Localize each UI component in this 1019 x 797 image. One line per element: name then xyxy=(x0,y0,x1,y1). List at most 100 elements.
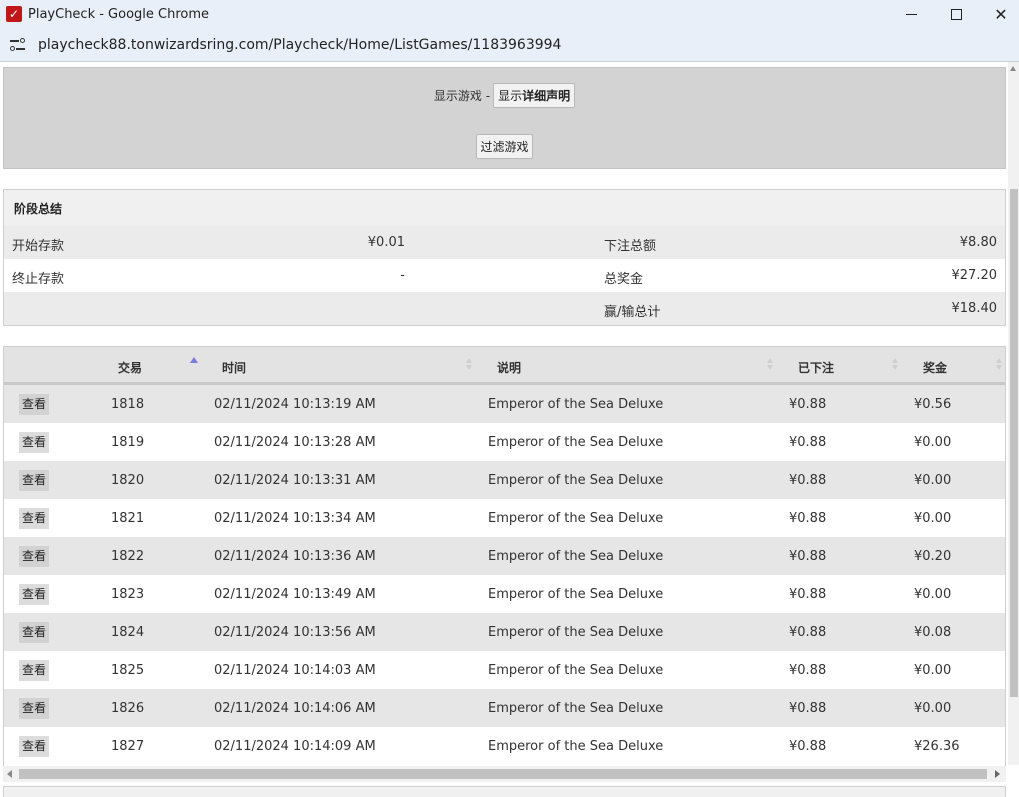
close-icon: ✕ xyxy=(994,4,1008,24)
bet-cell: ¥0.88 xyxy=(789,587,827,602)
bet-cell: ¥0.88 xyxy=(789,397,827,412)
table-row: 查看 1818 02/11/2024 10:13:19 AM Emperor of t… xyxy=(4,385,1005,423)
start-balance-label: 开始存款 xyxy=(12,239,65,254)
bet-cell: ¥0.88 xyxy=(789,739,827,754)
view-button[interactable]: 查看 xyxy=(19,736,49,757)
time-cell: 02/11/2024 10:13:34 AM xyxy=(214,511,376,526)
total-bet-value: ¥8.80 xyxy=(959,235,997,250)
horizontal-scrollbar[interactable] xyxy=(3,766,1006,782)
sort-ascending-icon[interactable] xyxy=(190,357,198,363)
transaction-cell: 1822 xyxy=(111,549,145,564)
column-win[interactable]: 奖金 xyxy=(923,359,947,376)
table-row: 查看 1824 02/11/2024 10:13:56 AM Emperor of t… xyxy=(4,613,1005,651)
end-balance-value: - xyxy=(400,268,405,283)
scroll-up-icon[interactable] xyxy=(1010,66,1016,71)
column-description[interactable]: 说明 xyxy=(497,359,521,376)
transaction-cell: 1821 xyxy=(111,511,145,526)
table-row: 查看 1826 02/11/2024 10:14:06 AM Emperor of t… xyxy=(4,689,1005,727)
time-cell: 02/11/2024 10:13:28 AM xyxy=(214,435,376,450)
net-total-value: ¥18.40 xyxy=(951,301,998,316)
win-cell: ¥0.00 xyxy=(914,663,952,678)
table-row: 查看 1827 02/11/2024 10:14:09 AM Emperor of t… xyxy=(4,727,1005,765)
win-cell: ¥0.20 xyxy=(914,549,952,564)
transaction-cell: 1823 xyxy=(111,587,145,602)
view-button[interactable]: 查看 xyxy=(19,660,49,681)
address-bar: playcheck88.tonwizardsring.com/Playcheck… xyxy=(0,28,1019,62)
view-button[interactable]: 查看 xyxy=(19,394,49,415)
column-bet[interactable]: 已下注 xyxy=(798,359,834,376)
bottom-panel xyxy=(3,786,1006,797)
games-table: 交易 时间 说明 已下注 奖金 查看 1818 02/11/2024 10:13:1… xyxy=(3,346,1006,767)
bet-cell: ¥0.88 xyxy=(789,701,827,716)
vertical-scrollbar[interactable] xyxy=(1008,62,1019,765)
transaction-cell: 1824 xyxy=(111,625,145,640)
net-total-label: 赢/输总计 xyxy=(604,305,661,320)
transaction-cell: 1818 xyxy=(111,397,145,412)
site-info-icon[interactable] xyxy=(10,37,26,52)
transaction-cell: 1825 xyxy=(111,663,145,678)
maximize-button[interactable] xyxy=(933,0,979,28)
description-cell: Emperor of the Sea Deluxe xyxy=(488,663,664,678)
sort-icon[interactable] xyxy=(996,358,1003,372)
time-cell: 02/11/2024 10:14:06 AM xyxy=(214,701,376,716)
view-button[interactable]: 查看 xyxy=(19,622,49,643)
maximize-icon xyxy=(950,8,962,20)
table-row: 查看 1820 02/11/2024 10:13:31 AM Emperor of t… xyxy=(4,461,1005,499)
view-button[interactable]: 查看 xyxy=(19,546,49,567)
view-button[interactable]: 查看 xyxy=(19,432,49,453)
filter-games-button[interactable]: 过滤游戏 xyxy=(476,134,533,159)
description-cell: Emperor of the Sea Deluxe xyxy=(488,549,664,564)
column-transaction[interactable]: 交易 xyxy=(118,359,142,376)
time-cell: 02/11/2024 10:13:36 AM xyxy=(214,549,376,564)
games-table-header: 交易 时间 说明 已下注 奖金 xyxy=(4,347,1005,385)
table-row: 查看 1819 02/11/2024 10:13:28 AM Emperor of t… xyxy=(4,423,1005,461)
transaction-cell: 1819 xyxy=(111,435,145,450)
summary-title: 阶段总结 xyxy=(4,190,1005,226)
minimize-button[interactable] xyxy=(888,0,934,28)
sort-icon[interactable] xyxy=(767,358,774,372)
time-cell: 02/11/2024 10:13:56 AM xyxy=(214,625,376,640)
description-cell: Emperor of the Sea Deluxe xyxy=(488,473,664,488)
sort-icon[interactable] xyxy=(466,358,473,372)
description-cell: Emperor of the Sea Deluxe xyxy=(488,701,664,716)
show-games-label: 显示游戏 - xyxy=(433,89,491,103)
description-cell: Emperor of the Sea Deluxe xyxy=(488,435,664,450)
column-time[interactable]: 时间 xyxy=(222,359,246,376)
win-cell: ¥0.00 xyxy=(914,511,952,526)
show-detail-statement-button[interactable]: 显示详细声明 xyxy=(493,83,576,108)
end-balance-label: 终止存款 xyxy=(12,272,65,287)
playcheck-logo-icon: ✓ xyxy=(6,6,22,22)
sort-icon[interactable] xyxy=(892,358,899,372)
horizontal-scroll-thumb[interactable] xyxy=(19,769,987,779)
close-button[interactable]: ✕ xyxy=(978,0,1019,28)
page-content: 显示游戏 - 显示详细声明 过滤游戏 阶段总结 开始存款 ¥0.01 下注总额 … xyxy=(0,62,1019,797)
browser-window: ✓ PlayCheck - Google Chrome ✕ playcheck8… xyxy=(0,0,1019,797)
win-cell: ¥0.56 xyxy=(914,397,952,412)
summary-row: 赢/输总计 ¥18.40 xyxy=(4,292,1005,325)
total-win-value: ¥27.20 xyxy=(951,268,998,283)
detail-button-prefix: 显示 xyxy=(498,89,523,103)
url-text[interactable]: playcheck88.tonwizardsring.com/Playcheck… xyxy=(38,37,561,53)
description-cell: Emperor of the Sea Deluxe xyxy=(488,587,664,602)
scroll-left-icon[interactable] xyxy=(7,770,12,778)
bet-cell: ¥0.88 xyxy=(789,511,827,526)
time-cell: 02/11/2024 10:13:19 AM xyxy=(214,397,376,412)
view-button[interactable]: 查看 xyxy=(19,698,49,719)
total-bet-label: 下注总额 xyxy=(604,239,657,254)
description-cell: Emperor of the Sea Deluxe xyxy=(488,625,664,640)
bet-cell: ¥0.88 xyxy=(789,625,827,640)
bet-cell: ¥0.88 xyxy=(789,549,827,564)
show-games-row: 显示游戏 - 显示详细声明 xyxy=(4,83,1005,108)
description-cell: Emperor of the Sea Deluxe xyxy=(488,739,664,754)
transaction-cell: 1820 xyxy=(111,473,145,488)
view-button[interactable]: 查看 xyxy=(19,584,49,605)
vertical-scroll-thumb[interactable] xyxy=(1010,189,1018,697)
transaction-cell: 1827 xyxy=(111,739,145,754)
transaction-cell: 1826 xyxy=(111,701,145,716)
detail-button-bold: 详细声明 xyxy=(522,89,571,103)
minimize-icon xyxy=(905,13,917,15)
view-button[interactable]: 查看 xyxy=(19,470,49,491)
view-button[interactable]: 查看 xyxy=(19,508,49,529)
scroll-right-icon[interactable] xyxy=(995,770,1000,778)
description-cell: Emperor of the Sea Deluxe xyxy=(488,511,664,526)
